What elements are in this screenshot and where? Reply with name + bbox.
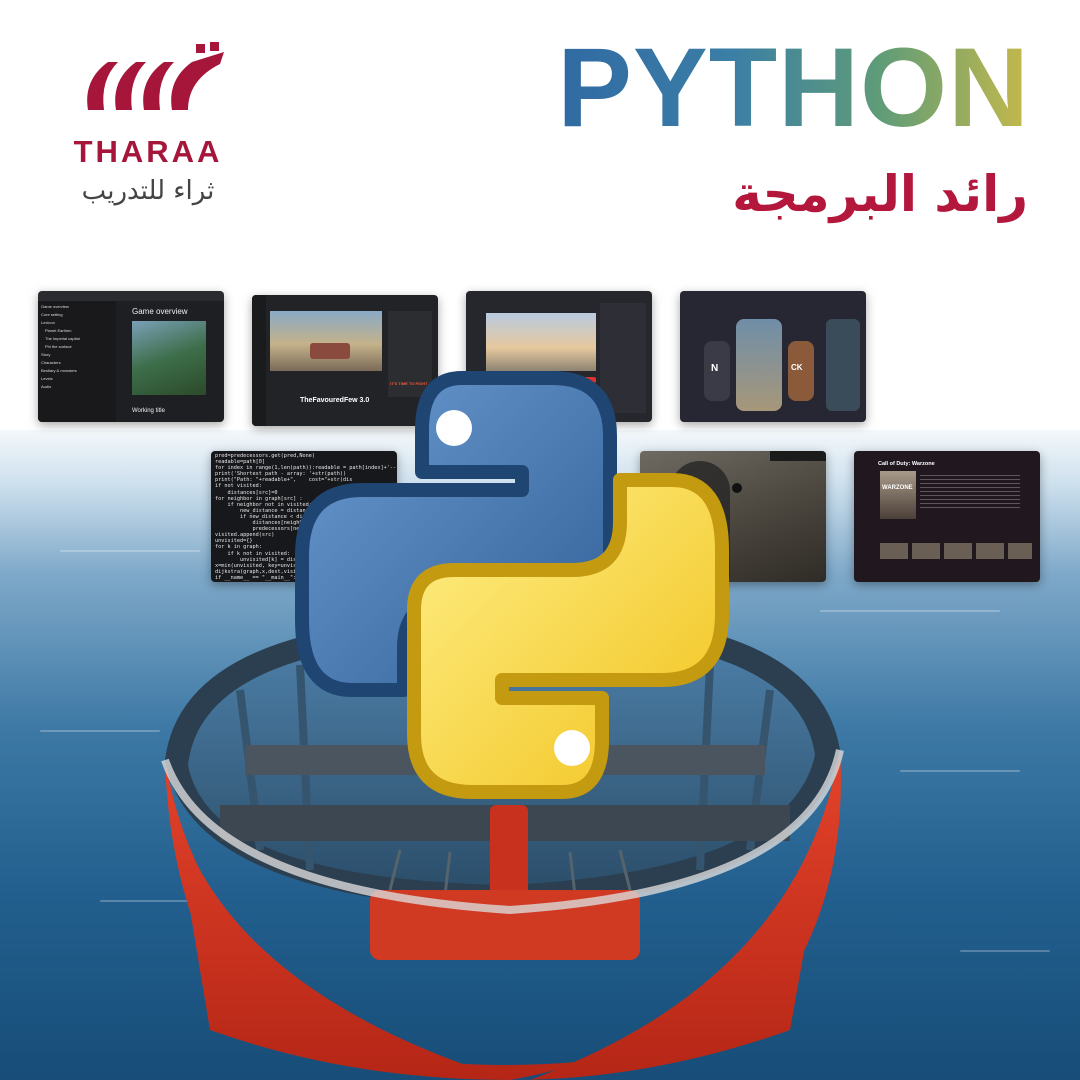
headline-subtitle: رائد البرمجة xyxy=(732,165,1028,223)
sidebar-item: Game overview xyxy=(41,304,69,309)
yellow-eye xyxy=(554,730,590,766)
headline-title: PYTHON xyxy=(530,32,1030,144)
blue-eye xyxy=(436,410,472,446)
tharaa-logo-icon xyxy=(87,42,224,110)
video-sidebar xyxy=(252,295,266,426)
wave xyxy=(60,550,200,552)
docs-sidebar-list: Game overview Core setting Lexicon Plane… xyxy=(38,301,116,393)
screenshot-docs-app: Game overview Core setting Lexicon Plane… xyxy=(38,291,224,422)
card-letter: CK xyxy=(791,363,803,372)
sidebar-item: Audio xyxy=(41,384,52,389)
sidebar-item: Planet Earthen xyxy=(45,328,72,333)
sidebar-item: Bestiary & monsters xyxy=(41,368,77,373)
sidebar-item: Core setting xyxy=(41,312,63,317)
brand-name-english: THARAA xyxy=(73,134,223,169)
sidebar-item: Phi the surface xyxy=(45,344,72,349)
wave xyxy=(900,770,1020,772)
docs-subheading: Working title xyxy=(132,408,165,414)
sidebar-item: The imperial capital xyxy=(45,336,80,341)
game-cover-title: WARZONE xyxy=(882,485,913,491)
drone-shape xyxy=(732,483,742,493)
wave xyxy=(960,950,1050,952)
game-title: Call of Duty: Warzone xyxy=(878,461,935,467)
brand-name-arabic: ثراء للتدريب xyxy=(81,176,215,206)
game-cover: WARZONE xyxy=(880,471,916,519)
carousel-card: CK xyxy=(788,341,814,401)
docs-sidebar: Game overview Core setting Lexicon Plane… xyxy=(38,301,116,422)
side-card xyxy=(826,319,860,411)
screenshot-game-store: Call of Duty: Warzone WARZONE xyxy=(854,451,1040,582)
sidebar-item: Characters xyxy=(41,360,61,365)
game-screenshots-row xyxy=(880,543,1032,559)
sidebar-item: Levels xyxy=(41,376,53,381)
sidebar-item: Lexicon xyxy=(41,320,55,325)
python-logo-icon xyxy=(295,371,729,799)
video-car xyxy=(310,343,350,359)
game-description xyxy=(920,475,1020,511)
sidebar-item: Story xyxy=(41,352,51,357)
carousel-card-active xyxy=(736,319,782,411)
top-bar xyxy=(770,451,826,461)
docs-image xyxy=(132,321,206,395)
window-bar xyxy=(38,291,224,301)
wave xyxy=(40,730,160,732)
docs-heading: Game overview xyxy=(132,307,188,316)
